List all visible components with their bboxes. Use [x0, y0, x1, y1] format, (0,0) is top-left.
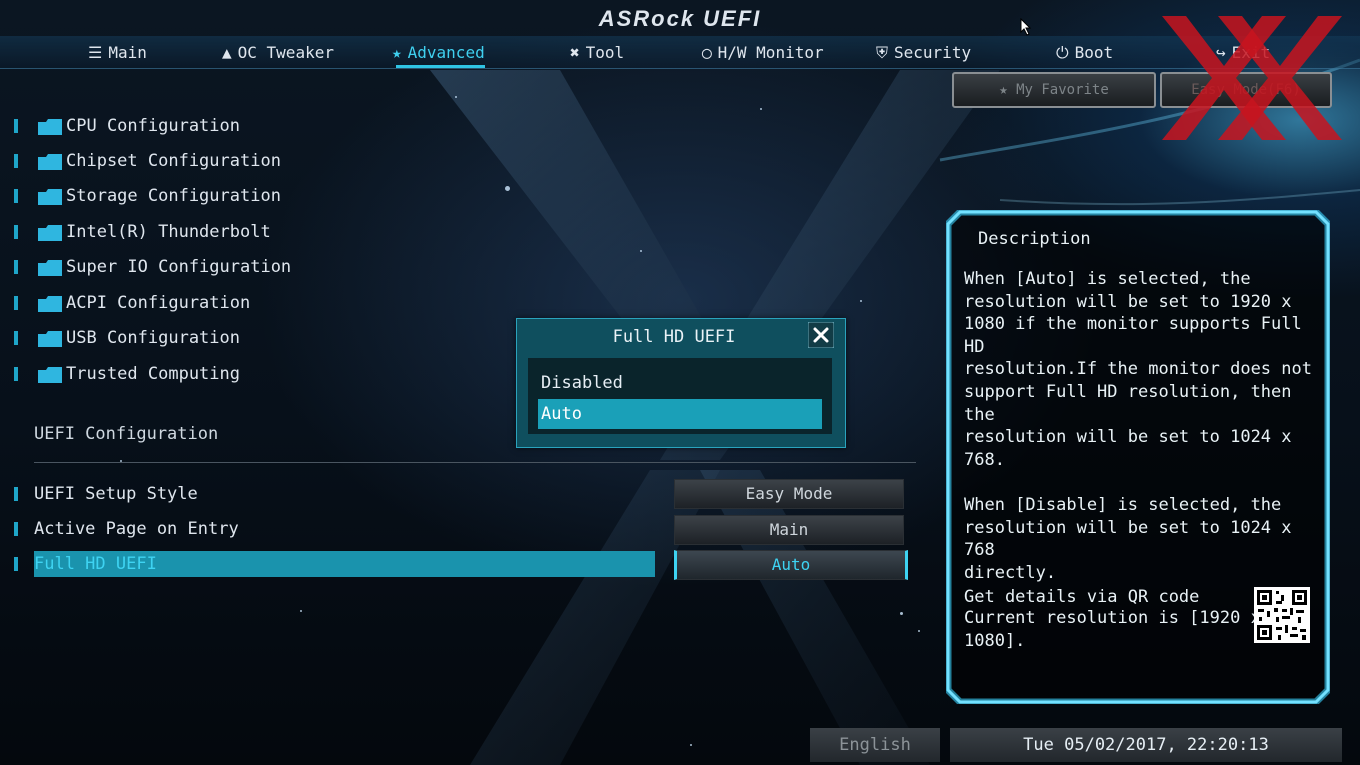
- tab-label: Tool: [585, 43, 625, 62]
- folder-icon: [38, 153, 62, 170]
- menu-item-chipset-configuration[interactable]: Chipset Configuration: [14, 149, 281, 173]
- tab-security[interactable]: ⛨ Security: [876, 36, 971, 68]
- tab-label: Boot: [1074, 43, 1114, 62]
- setting-uefi-setup-style[interactable]: UEFI Setup Style: [14, 481, 198, 507]
- star-icon: ★: [999, 82, 1017, 98]
- popup-option-disabled[interactable]: Disabled: [538, 368, 822, 398]
- menu-item-label: Intel(R) Thunderbolt: [66, 222, 271, 242]
- menu-item-label: USB Configuration: [66, 328, 240, 348]
- menu-item-acpi-configuration[interactable]: ACPI Configuration: [14, 291, 250, 315]
- menu-item-storage-configuration[interactable]: Storage Configuration: [14, 184, 281, 208]
- menu-item-label: Super IO Configuration: [66, 257, 292, 277]
- tab-advanced[interactable]: ★ Advanced: [392, 36, 485, 68]
- row-marker: [14, 189, 18, 203]
- popup-option-auto[interactable]: Auto: [538, 399, 822, 429]
- popup-title: Full HD UEFI: [612, 327, 736, 347]
- my-favorite-label: My Favorite: [1016, 82, 1109, 98]
- menu-item-super-io-configuration[interactable]: Super IO Configuration: [14, 255, 291, 279]
- mouse-cursor-icon: [1020, 18, 1032, 36]
- row-marker: [14, 487, 18, 501]
- monitor-gauge-icon: ◯: [702, 43, 712, 62]
- tools-icon: ✖: [570, 43, 580, 62]
- row-marker: [14, 225, 18, 239]
- tab-label: OC Tweaker: [237, 43, 334, 62]
- tab-tool[interactable]: ✖ Tool: [570, 36, 624, 68]
- language-button[interactable]: English: [810, 728, 940, 762]
- setting-full-hd-uefi[interactable]: Full HD UEFI: [14, 551, 655, 577]
- tab-boot[interactable]: ⏻ Boot: [1056, 36, 1113, 68]
- setting-label: Full HD UEFI: [34, 554, 157, 574]
- top-navigation: ☰ Main ▲ OC Tweaker ★ Advanced ✖ Tool ◯ H/W M…: [0, 36, 1360, 69]
- row-marker: [14, 331, 18, 345]
- active-page-on-entry-value-button[interactable]: Main: [674, 515, 904, 545]
- qr-code-icon: [1254, 587, 1310, 643]
- row-marker: [14, 557, 18, 571]
- power-icon: ⏻: [1056, 43, 1069, 62]
- folder-icon: [38, 330, 62, 347]
- menu-item-usb-configuration[interactable]: USB Configuration: [14, 326, 240, 350]
- row-marker: [14, 296, 18, 310]
- shield-icon: ⛨: [876, 43, 889, 62]
- tab-oc-tweaker[interactable]: ▲ OC Tweaker: [222, 36, 334, 68]
- full-hd-uefi-value-button[interactable]: Auto: [674, 550, 908, 580]
- rocket-icon: ▲: [222, 43, 232, 62]
- row-marker: [14, 119, 18, 133]
- description-title: Description: [978, 229, 1091, 249]
- date-time-display: Tue 05/02/2017, 22:20:13: [950, 728, 1342, 762]
- menu-item-label: Storage Configuration: [66, 186, 281, 206]
- close-icon[interactable]: [808, 322, 834, 348]
- my-favorite-button[interactable]: ★ My Favorite: [952, 72, 1156, 108]
- row-marker: [14, 260, 18, 274]
- tab-label: Main: [108, 43, 147, 62]
- xx-watermark-logo: [1162, 16, 1342, 140]
- section-divider: [34, 462, 916, 463]
- row-marker: [14, 522, 18, 536]
- folder-icon: [38, 295, 62, 312]
- list-icon: ☰: [88, 43, 103, 62]
- tab-hw-monitor[interactable]: ◯ H/W Monitor: [702, 36, 824, 68]
- folder-icon: [38, 118, 62, 135]
- tab-label: Security: [894, 43, 972, 62]
- folder-icon: [38, 224, 62, 241]
- setting-label: UEFI Setup Style: [34, 484, 198, 504]
- menu-item-trusted-computing[interactable]: Trusted Computing: [14, 362, 240, 386]
- tab-main[interactable]: ☰ Main: [88, 36, 147, 68]
- row-marker: [14, 154, 18, 168]
- menu-item-intel-thunderbolt[interactable]: Intel(R) Thunderbolt: [14, 220, 271, 244]
- row-marker: [14, 367, 18, 381]
- section-title: UEFI Configuration: [34, 424, 219, 444]
- uefi-setup-style-value-button[interactable]: Easy Mode: [674, 479, 904, 509]
- brand-title: ASRock UEFI: [598, 6, 762, 31]
- qr-code-label: Get details via QR code: [964, 587, 1200, 607]
- menu-item-label: ACPI Configuration: [66, 293, 251, 313]
- tab-label: H/W Monitor: [717, 43, 824, 62]
- menu-item-label: Chipset Configuration: [66, 151, 281, 171]
- menu-item-cpu-configuration[interactable]: CPU Configuration: [14, 114, 240, 138]
- active-tab-indicator: [396, 65, 485, 68]
- setting-label: Active Page on Entry: [34, 519, 239, 539]
- setting-active-page-on-entry[interactable]: Active Page on Entry: [14, 516, 239, 542]
- folder-icon: [38, 366, 62, 383]
- folder-icon: [38, 188, 62, 205]
- menu-item-label: CPU Configuration: [66, 116, 240, 136]
- menu-item-label: Trusted Computing: [66, 364, 240, 384]
- tab-label: Advanced: [407, 43, 485, 62]
- folder-icon: [38, 259, 62, 276]
